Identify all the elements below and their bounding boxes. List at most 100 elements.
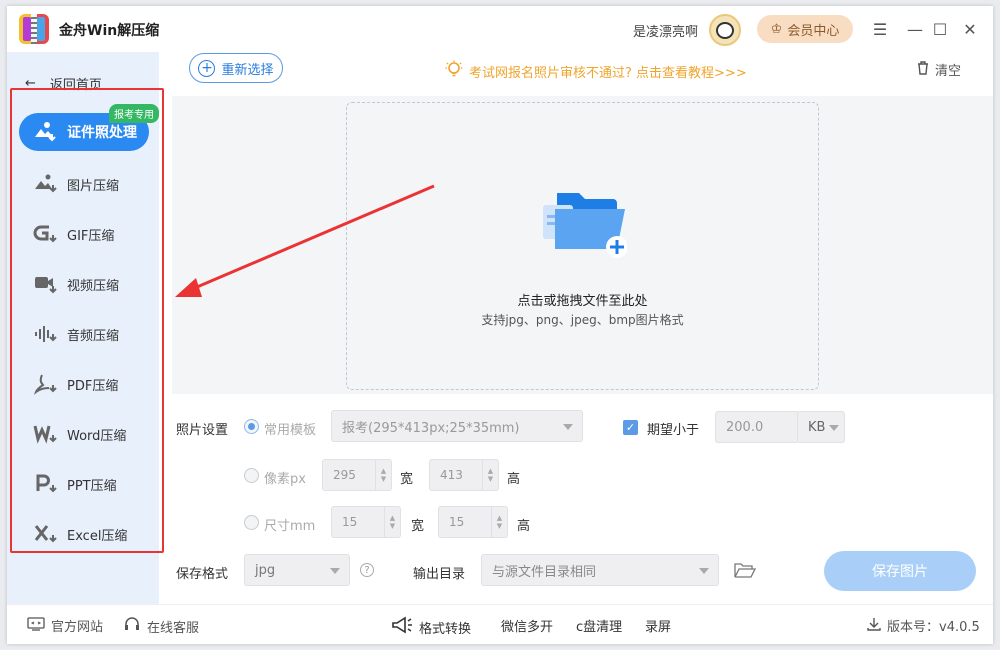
template-label: 常用模板 — [264, 419, 316, 438]
sidebar-item-word[interactable]: Word压缩 — [19, 415, 149, 453]
sidebar-item-label: 图片压缩 — [67, 175, 119, 194]
c-drive-clean-link[interactable]: c盘清理 — [576, 616, 622, 635]
expect-size-value: 200.0 — [726, 420, 763, 435]
menu-icon[interactable]: ☰ — [869, 18, 891, 40]
monitor-icon — [27, 617, 45, 635]
title-bar: 金舟Win解压缩 是凌漂亮啊 ♔ 会员中心 ☰ — ☐ ✕ — [7, 6, 993, 52]
chevron-down-icon — [699, 568, 709, 574]
size-height-value: 15 — [449, 515, 464, 529]
sidebar-item-label: 证件照处理 — [67, 122, 137, 142]
app-title: 金舟Win解压缩 — [59, 20, 159, 40]
sidebar-item-label: 视频压缩 — [67, 275, 119, 294]
output-dir-select[interactable]: 与源文件目录相同 — [481, 554, 719, 586]
size-width-stepper[interactable]: 15 ▲▼ — [331, 506, 401, 538]
size-mm-radio[interactable] — [244, 515, 259, 530]
sidebar-item-ppt[interactable]: PPT压缩 — [19, 465, 149, 503]
pixel-radio[interactable] — [244, 468, 259, 483]
reselect-button[interactable]: + 重新选择 — [189, 53, 283, 83]
sidebar-item-excel[interactable]: Excel压缩 — [19, 515, 149, 553]
app-logo-icon — [19, 14, 49, 44]
pixel-height-value: 413 — [440, 468, 463, 482]
online-service-label: 在线客服 — [147, 617, 199, 636]
sidebar-item-image[interactable]: 图片压缩 — [19, 165, 149, 203]
lightbulb-icon — [445, 60, 463, 82]
pixel-width-stepper[interactable]: 295 ▲▼ — [322, 459, 392, 491]
sidebar-item-gif[interactable]: GIF压缩 — [19, 215, 149, 253]
sidebar-item-label: PPT压缩 — [67, 475, 117, 494]
gif-icon — [33, 223, 59, 245]
folder-open-icon[interactable] — [734, 561, 756, 583]
pixel-label: 像素px — [264, 468, 306, 487]
username[interactable]: 是凌漂亮啊 — [633, 21, 698, 40]
stepper-arrows-icon[interactable]: ▲▼ — [482, 460, 498, 490]
clear-label: 清空 — [935, 60, 961, 79]
photo-settings-label: 照片设置 — [176, 419, 228, 438]
stepper-arrows-icon[interactable]: ▲▼ — [375, 460, 391, 490]
file-drop-zone[interactable]: 点击或拖拽文件至此处 支持jpg、png、jpeg、bmp图片格式 — [346, 102, 819, 390]
official-website-link[interactable]: 官方网站 — [27, 616, 103, 635]
trash-icon — [917, 61, 929, 79]
format-convert-link[interactable]: 格式转换 — [391, 616, 471, 638]
crown-icon: ♔ — [771, 22, 783, 37]
chevron-down-icon — [330, 568, 340, 574]
audio-icon — [33, 323, 59, 345]
sidebar-item-video[interactable]: 视频压缩 — [19, 265, 149, 303]
wechat-multi-link[interactable]: 微信多开 — [501, 616, 553, 635]
template-radio[interactable] — [244, 419, 259, 434]
app-window: 金舟Win解压缩 是凌漂亮啊 ♔ 会员中心 ☰ — ☐ ✕ ← 返回首页 证件照… — [7, 6, 993, 644]
template-select[interactable]: 报考(295*413px;25*35mm) — [331, 410, 583, 442]
sidebar-item-audio[interactable]: 音频压缩 — [19, 315, 149, 353]
format-convert-label: 格式转换 — [419, 618, 471, 637]
expect-size-label: 期望小于 — [647, 419, 699, 438]
sidebar-item-label: GIF压缩 — [67, 225, 114, 244]
version-label: 版本号：v4.0.5 — [887, 616, 980, 635]
word-icon — [33, 423, 59, 445]
drop-zone-subtitle: 支持jpg、png、jpeg、bmp图片格式 — [347, 311, 818, 328]
arrow-left-icon: ← — [25, 76, 36, 91]
image-icon — [33, 173, 59, 195]
exam-badge: 报考专用 — [109, 104, 159, 123]
stepper-arrows-icon[interactable]: ▲▼ — [384, 507, 400, 537]
stepper-arrows-icon[interactable]: ▲▼ — [491, 507, 507, 537]
sidebar-item-label: Word压缩 — [67, 425, 126, 444]
online-service-link[interactable]: 在线客服 — [123, 616, 199, 636]
save-image-button[interactable]: 保存图片 — [824, 551, 976, 591]
height-label: 高 — [507, 468, 520, 487]
tutorial-notice-text: 考试网报名照片审核不通过? 点击查看教程>>> — [469, 62, 747, 81]
pixel-width-value: 295 — [333, 468, 356, 482]
minimize-icon[interactable]: — — [904, 18, 926, 40]
expect-size-checkbox[interactable]: ✓ — [623, 420, 638, 435]
chevron-down-icon — [563, 424, 573, 430]
back-home-link[interactable]: ← 返回首页 — [25, 74, 102, 93]
sidebar-item-label: PDF压缩 — [67, 375, 118, 394]
vip-center-button[interactable]: ♔ 会员中心 — [757, 15, 853, 43]
tutorial-notice-link[interactable]: 考试网报名照片审核不通过? 点击查看教程>>> — [445, 60, 747, 82]
version-info: 版本号：v4.0.5 — [867, 616, 980, 635]
expect-size-input[interactable]: 200.0 — [715, 411, 799, 443]
sidebar-item-pdf[interactable]: PDF压缩 — [19, 365, 149, 403]
size-height-stepper[interactable]: 15 ▲▼ — [438, 506, 508, 538]
close-icon[interactable]: ✕ — [959, 18, 981, 40]
upload-area: 点击或拖拽文件至此处 支持jpg、png、jpeg、bmp图片格式 — [172, 96, 993, 394]
size-mm-label: 尺寸mm — [264, 515, 315, 534]
format-value: jpg — [255, 563, 275, 578]
screen-record-link[interactable]: 录屏 — [645, 616, 671, 635]
reselect-label: 重新选择 — [221, 59, 273, 78]
output-dir-label: 输出目录 — [413, 563, 465, 582]
avatar[interactable] — [709, 14, 741, 46]
clear-button[interactable]: 清空 — [917, 60, 961, 79]
official-website-label: 官方网站 — [51, 616, 103, 635]
maximize-icon[interactable]: ☐ — [929, 18, 951, 40]
pdf-icon — [33, 373, 59, 395]
format-select[interactable]: jpg — [244, 554, 350, 586]
footer: 官方网站 在线客服 格式转换 微信多开 c盘清理 录屏 版本号：v4.0.5 — [7, 604, 993, 644]
pixel-height-stepper[interactable]: 413 ▲▼ — [429, 459, 499, 491]
size-unit-select[interactable]: KB — [797, 411, 845, 443]
output-dir-value: 与源文件目录相同 — [492, 561, 596, 580]
add-folder-icon — [543, 191, 627, 259]
size-width-label: 宽 — [411, 515, 424, 534]
size-width-value: 15 — [342, 515, 357, 529]
id-photo-icon — [33, 121, 59, 143]
megaphone-icon — [391, 616, 413, 638]
help-icon[interactable]: ? — [360, 563, 374, 577]
